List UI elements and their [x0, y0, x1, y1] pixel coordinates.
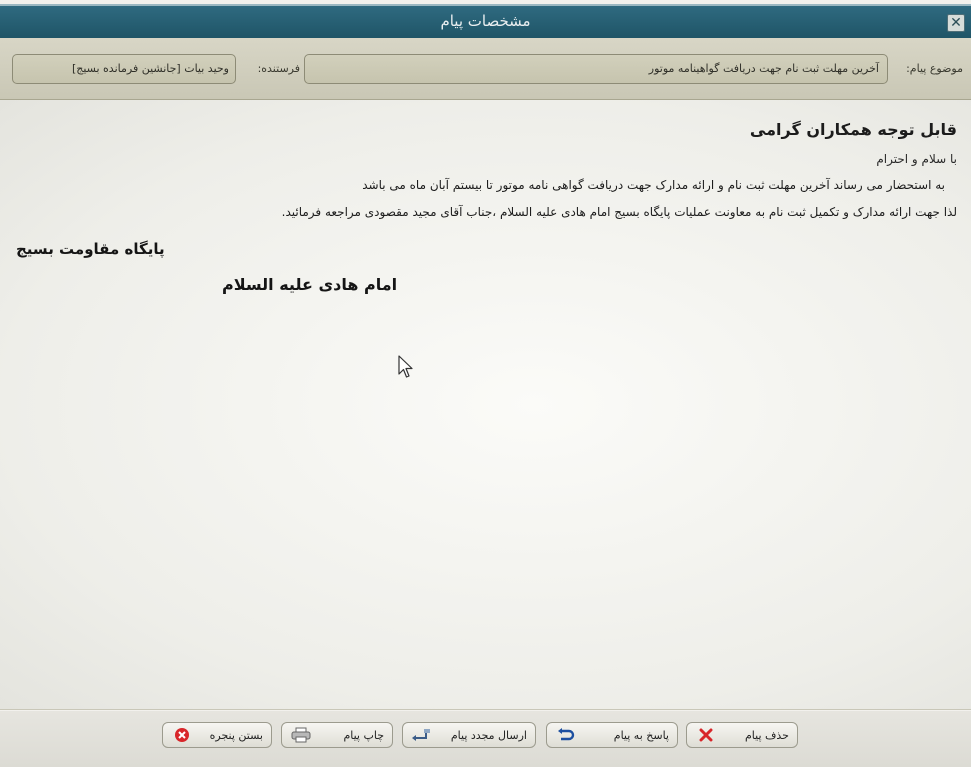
- action-bar: حذف پیام پاسخ به پیام ارسال مجدد پیام چا…: [0, 711, 971, 767]
- window-close-icon[interactable]: ✕: [947, 14, 965, 32]
- print-message-button[interactable]: چاپ پیام: [281, 722, 393, 748]
- subject-label: موضوع پیام:: [906, 62, 963, 75]
- close-circle-icon: [171, 726, 193, 744]
- message-heading: قابل توجه همکاران گرامی: [749, 120, 957, 139]
- signature-name: امام هادی علیه السلام: [222, 275, 398, 294]
- delete-button-label: حذف پیام: [744, 728, 789, 742]
- forward-arrow-icon: [411, 726, 433, 744]
- sender-label: فرستنده:: [257, 62, 300, 75]
- sender-field: وحید بیات [جانشین فرمانده بسیج]: [12, 54, 236, 84]
- subject-field: آخرین مهلت ثبت نام جهت دریافت گواهینامه …: [304, 54, 888, 84]
- message-greeting: با سلام و احترام: [876, 152, 957, 166]
- close-button-label: بستن پنجره: [209, 728, 263, 742]
- resend-message-button[interactable]: ارسال مجدد پیام: [402, 722, 536, 748]
- x-icon: [695, 726, 717, 744]
- message-body: قابل توجه همکاران گرامی با سلام و احترام…: [0, 100, 971, 710]
- delete-message-button[interactable]: حذف پیام: [686, 722, 798, 748]
- signature-organization: پایگاه مقاومت بسیج: [16, 240, 165, 258]
- close-window-button[interactable]: بستن پنجره: [162, 722, 272, 748]
- resend-button-label: ارسال مجدد پیام: [450, 728, 527, 742]
- print-button-label: چاپ پیام: [343, 728, 384, 742]
- message-line-deadline: به استحضار می رساند آخرین مهلت ثبت نام و…: [362, 178, 945, 192]
- message-header: موضوع پیام: آخرین مهلت ثبت نام جهت دریاف…: [0, 38, 971, 100]
- window-title: مشخصات پیام: [440, 12, 531, 30]
- reply-arrow-icon: [555, 726, 577, 744]
- reply-message-button[interactable]: پاسخ به پیام: [546, 722, 678, 748]
- message-details-window: مشخصات پیام ✕ موضوع پیام: آخرین مهلت ثبت…: [0, 0, 971, 767]
- reply-button-label: پاسخ به پیام: [613, 728, 669, 742]
- mouse-pointer-icon: [398, 355, 413, 378]
- title-bar[interactable]: مشخصات پیام ✕: [0, 4, 971, 38]
- printer-icon: [290, 726, 312, 744]
- message-line-instructions: لذا جهت ارائه مدارک و تکمیل ثبت نام به م…: [281, 205, 957, 219]
